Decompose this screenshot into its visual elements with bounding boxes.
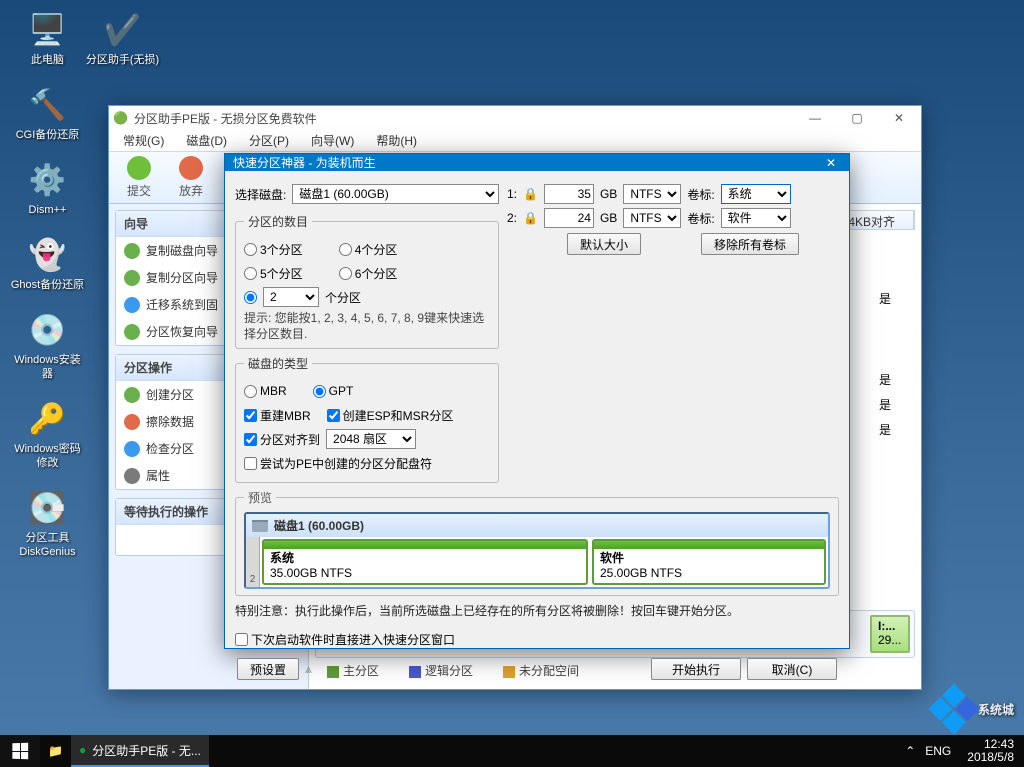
main-title: 分区助手PE版 - 无损分区免费软件: [134, 110, 317, 127]
desktop-icon-win-installer[interactable]: 💿Windows安装器: [10, 310, 85, 381]
menu-disk[interactable]: 磁盘(D): [176, 130, 237, 151]
cb-rebuild-mbr[interactable]: 重建MBR: [244, 407, 311, 424]
fs-select-2[interactable]: NTFS: [623, 208, 681, 228]
radio-custom-count[interactable]: [244, 291, 257, 304]
preview-gap: 2: [246, 537, 260, 587]
desktop-icon-dism[interactable]: ⚙️Dism++: [10, 160, 85, 217]
start-button[interactable]: [0, 735, 40, 767]
cb-create-esp[interactable]: 创建ESP和MSR分区: [327, 407, 454, 424]
taskbar: 📁 ●分区助手PE版 - 无... ⌃ ENG 12:43 2018/5/8: [0, 735, 1024, 767]
desktop-icon-password[interactable]: 🔑Windows密码修改: [10, 399, 85, 470]
preview-partition-1[interactable]: 系统35.00GB NTFS: [262, 539, 588, 585]
volume-select-2[interactable]: 软件: [721, 208, 791, 228]
lock-icon[interactable]: 🔒: [523, 211, 538, 225]
menu-partition[interactable]: 分区(P): [239, 130, 299, 151]
tray-clock[interactable]: 12:43 2018/5/8: [961, 738, 1020, 764]
menubar: 常规(G) 磁盘(D) 分区(P) 向导(W) 帮助(H): [109, 130, 921, 152]
lock-icon[interactable]: 🔒: [523, 187, 538, 201]
cb-next-boot[interactable]: 下次启动软件时直接进入快速分区窗口: [235, 631, 455, 648]
menu-general[interactable]: 常规(G): [113, 130, 174, 151]
fs-select-1[interactable]: NTFS: [623, 184, 681, 204]
preview-disk: 磁盘1 (60.00GB) 2 系统35.00GB NTFS 软件25.00GB…: [244, 512, 830, 589]
hint-text: 提示: 您能按1, 2, 3, 4, 5, 6, 7, 8, 9键来快速选择分区…: [244, 310, 490, 342]
tray-up-icon[interactable]: ⌃: [905, 744, 915, 758]
disk-select-label: 选择磁盘:: [235, 186, 286, 203]
taskbar-explorer[interactable]: 📁: [40, 735, 71, 767]
close-button[interactable]: ✕: [881, 107, 917, 129]
radio-4-partitions[interactable]: 4个分区: [339, 241, 398, 258]
menu-help[interactable]: 帮助(H): [366, 130, 427, 151]
tray-lang[interactable]: ENG: [925, 744, 951, 758]
dialog-titlebar[interactable]: 快速分区神器 - 为装机而生 ✕: [225, 154, 849, 171]
cb-align[interactable]: 分区对齐到: [244, 431, 320, 448]
cb-pe-assign[interactable]: 尝试为PE中创建的分区分配盘符: [244, 455, 432, 472]
chevron-icon: ⩓: [305, 662, 312, 677]
desktop-icon-this-pc[interactable]: 🖥️此电脑: [10, 10, 85, 67]
partition-row-1: 1: 🔒 GB NTFS 卷标: 系统: [507, 183, 839, 205]
partition-count-select[interactable]: 2: [263, 287, 319, 307]
preset-button[interactable]: 预设置: [237, 658, 299, 680]
desktop-icon-cgi-backup[interactable]: 🔨CGI备份还原: [10, 85, 85, 142]
radio-gpt[interactable]: GPT: [313, 384, 354, 398]
desktop-icon-diskgenius[interactable]: 💽分区工具DiskGenius: [10, 488, 85, 559]
toolbar-commit[interactable]: 提交: [115, 155, 163, 201]
quick-partition-dialog: 快速分区神器 - 为装机而生 ✕ 选择磁盘: 磁盘1 (60.00GB) 分区的…: [224, 153, 850, 649]
radio-6-partitions[interactable]: 6个分区: [339, 265, 398, 282]
volume-select-1[interactable]: 系统: [721, 184, 791, 204]
minimize-button[interactable]: —: [797, 107, 833, 129]
preview-partition-2[interactable]: 软件25.00GB NTFS: [592, 539, 826, 585]
cancel-button[interactable]: 取消(C): [747, 658, 837, 680]
start-button[interactable]: 开始执行: [651, 658, 741, 680]
radio-5-partitions[interactable]: 5个分区: [244, 265, 303, 282]
desktop-icon-ghost[interactable]: 👻Ghost备份还原: [10, 235, 85, 292]
dialog-title: 快速分区神器 - 为装机而生: [233, 154, 376, 171]
dialog-close-button[interactable]: ✕: [821, 156, 841, 170]
partition-count-group: 分区的数目 3个分区 4个分区 5个分区 6个分区 2 个分区 提示: 您能按: [235, 213, 499, 349]
remove-labels-button[interactable]: 移除所有卷标: [701, 233, 799, 255]
disk-type-group: 磁盘的类型 MBR GPT 重建MBR 创建ESP和MSR分区 分区对齐到 20…: [235, 355, 499, 483]
disk-select[interactable]: 磁盘1 (60.00GB): [292, 184, 499, 204]
maximize-button[interactable]: ▢: [839, 107, 875, 129]
align-select[interactable]: 2048 扇区: [326, 429, 416, 449]
size-input-1[interactable]: [544, 184, 594, 204]
disk-icon: [252, 520, 268, 532]
menu-wizard[interactable]: 向导(W): [301, 130, 364, 151]
toolbar-discard[interactable]: 放弃: [167, 155, 215, 201]
system-tray: ⌃ ENG 12:43 2018/5/8: [905, 738, 1024, 764]
desktop-icon-partition-assistant[interactable]: ✔️分区助手(无损): [85, 10, 160, 67]
partition-row-2: 2: 🔒 GB NTFS 卷标: 软件: [507, 207, 839, 229]
app-icon: 🟢: [113, 111, 128, 125]
taskbar-app-partition-assistant[interactable]: ●分区助手PE版 - 无...: [71, 735, 209, 767]
default-size-button[interactable]: 默认大小: [567, 233, 641, 255]
main-titlebar[interactable]: 🟢 分区助手PE版 - 无损分区免费软件 — ▢ ✕: [109, 106, 921, 130]
preview-group: 预览 磁盘1 (60.00GB) 2 系统35.00GB NTFS 软件25.0…: [235, 489, 839, 596]
warning-text: 特别注意：执行此操作后，当前所选磁盘上已经存在的所有分区将被删除！按回车键开始分…: [235, 602, 839, 620]
desktop-icons-col2: ✔️分区助手(无损): [85, 10, 160, 67]
watermark: 系统城: [936, 691, 1014, 727]
radio-3-partitions[interactable]: 3个分区: [244, 241, 303, 258]
desktop-icons-col1: 🖥️此电脑 🔨CGI备份还原 ⚙️Dism++ 👻Ghost备份还原 💿Wind…: [10, 10, 85, 559]
size-input-2[interactable]: [544, 208, 594, 228]
disk-segment-i[interactable]: I:...29...: [870, 615, 910, 653]
radio-mbr[interactable]: MBR: [244, 384, 287, 398]
